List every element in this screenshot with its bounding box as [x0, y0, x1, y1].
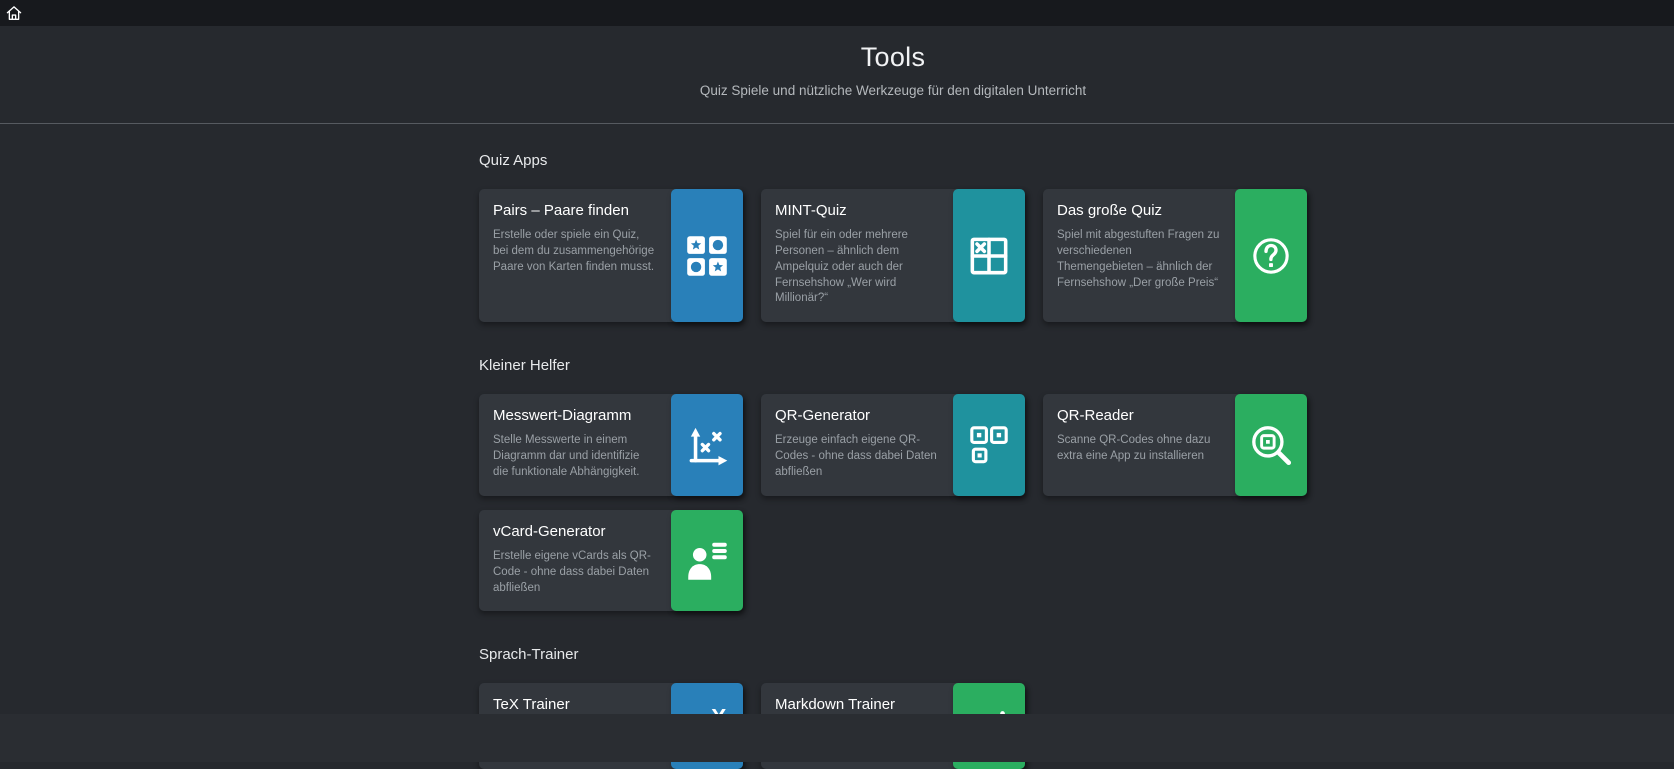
question-circle-icon: [1246, 231, 1296, 281]
tool-section: Kleiner Helfer Messwert-Diagramm Stelle …: [479, 357, 1307, 611]
section-label: Kleiner Helfer: [479, 357, 1307, 374]
tool-card[interactable]: Messwert-Diagramm Stelle Messwerte in ei…: [479, 394, 743, 496]
tool-card-description: Stelle Messwerte in einem Diagramm dar u…: [493, 433, 657, 481]
tool-card-description: Erstelle eigene vCards als QR-Code - ohn…: [493, 549, 657, 597]
page-subtitle: Quiz Spiele und nützliche Werkzeuge für …: [112, 83, 1674, 98]
main-content: Quiz Apps Pairs – Paare finden Erstelle …: [0, 124, 1674, 769]
tool-card-body: QR-Generator Erzeuge einfach eigene QR-C…: [775, 407, 939, 481]
tool-card-body: QR-Reader Scanne QR-Codes ohne dazu extr…: [1057, 407, 1221, 465]
card-grid: Messwert-Diagramm Stelle Messwerte in ei…: [479, 394, 1307, 611]
tool-card-title: vCard-Generator: [493, 523, 657, 540]
tool-card-body: Pairs – Paare finden Erstelle oder spiel…: [493, 202, 657, 276]
home-button[interactable]: [3, 2, 25, 24]
contact-card-icon: [682, 536, 732, 586]
tool-card[interactable]: vCard-Generator Erstelle eigene vCards a…: [479, 510, 743, 612]
page-header: Tools Quiz Spiele und nützliche Werkzeug…: [0, 26, 1674, 124]
tool-card-title: Messwert-Diagramm: [493, 407, 657, 424]
tool-card-body: Messwert-Diagramm Stelle Messwerte in ei…: [493, 407, 657, 481]
tool-card[interactable]: MINT-Quiz Spiel für ein oder mehrere Per…: [761, 189, 1025, 322]
tool-card-description: Spiel für ein oder mehrere Personen – äh…: [775, 228, 939, 307]
tool-card-tile: [671, 394, 743, 496]
topbar: [0, 0, 1674, 26]
chart-axes-icon: [682, 420, 732, 470]
tool-card[interactable]: Pairs – Paare finden Erstelle oder spiel…: [479, 189, 743, 322]
tool-card-title: QR-Generator: [775, 407, 939, 424]
page-title: Tools: [112, 42, 1674, 73]
tool-card-description: Scanne QR-Codes ohne dazu extra eine App…: [1057, 433, 1221, 465]
card-grid: Pairs – Paare finden Erstelle oder spiel…: [479, 189, 1307, 322]
footer: [0, 714, 1674, 762]
section-label: Quiz Apps: [479, 152, 1307, 169]
tool-card-title: MINT-Quiz: [775, 202, 939, 219]
tool-card-tile: [953, 394, 1025, 496]
tool-section: Quiz Apps Pairs – Paare finden Erstelle …: [479, 152, 1307, 322]
tool-card[interactable]: Das große Quiz Spiel mit abgestuften Fra…: [1043, 189, 1307, 322]
sections-container: Quiz Apps Pairs – Paare finden Erstelle …: [479, 152, 1307, 769]
tool-card-body: Das große Quiz Spiel mit abgestuften Fra…: [1057, 202, 1221, 291]
home-icon: [5, 4, 23, 22]
tool-card-tile: [953, 189, 1025, 322]
qr-scan-icon: [1246, 420, 1296, 470]
tool-card-title: Das große Quiz: [1057, 202, 1221, 219]
tool-card-title: QR-Reader: [1057, 407, 1221, 424]
tool-card-tile: [1235, 189, 1307, 322]
tool-card[interactable]: QR-Generator Erzeuge einfach eigene QR-C…: [761, 394, 1025, 496]
tool-card-tile: [671, 189, 743, 322]
grid-x-icon: [964, 231, 1014, 281]
tool-card-title: Pairs – Paare finden: [493, 202, 657, 219]
pairs-grid-icon: [682, 231, 732, 281]
tool-card-description: Spiel mit abgestuften Fragen zu verschie…: [1057, 228, 1221, 291]
tool-card-title: TeX Trainer: [493, 696, 657, 713]
tool-card-title: Markdown Trainer: [775, 696, 939, 713]
qr-code-icon: [964, 420, 1014, 470]
tool-card-tile: [1235, 394, 1307, 496]
tool-card-body: MINT-Quiz Spiel für ein oder mehrere Per…: [775, 202, 939, 307]
tool-card-description: Erstelle oder spiele ein Quiz, bei dem d…: [493, 228, 657, 276]
tool-card-description: Erzeuge einfach eigene QR-Codes - ohne d…: [775, 433, 939, 481]
section-label: Sprach-Trainer: [479, 646, 1307, 663]
tool-card-body: vCard-Generator Erstelle eigene vCards a…: [493, 523, 657, 597]
tool-card-tile: [671, 510, 743, 612]
tool-card[interactable]: QR-Reader Scanne QR-Codes ohne dazu extr…: [1043, 394, 1307, 496]
